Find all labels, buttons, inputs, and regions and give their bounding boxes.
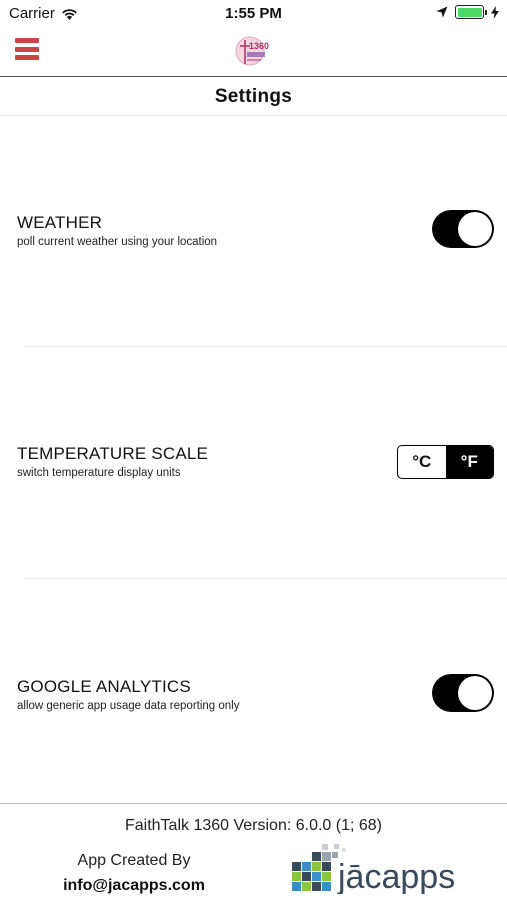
weather-title: WEATHER: [17, 213, 103, 232]
weather-subtitle: poll current weather using your location: [17, 236, 218, 248]
nav-bar: 1360: [0, 28, 507, 77]
analytics-subtitle: allow generic app usage data reporting o…: [17, 700, 240, 712]
temperature-title: TEMPERATURE SCALE: [17, 444, 209, 463]
contact-email-link[interactable]: info@jacapps.com: [40, 877, 228, 895]
version-label: FaithTalk 1360 Version: 6.0.0 (1; 68): [124, 817, 383, 834]
celsius-option[interactable]: °C: [398, 446, 446, 478]
temperature-unit-selector[interactable]: °C °F: [397, 445, 494, 479]
brand-text: jācapps: [337, 858, 455, 894]
setting-google-analytics: GOOGLE ANALYTICS allow generic app usage…: [0, 579, 507, 803]
status-bar: Carrier 1:55 PM: [0, 0, 507, 28]
toggle-knob: [458, 676, 492, 710]
weather-toggle[interactable]: [432, 210, 494, 248]
footer: FaithTalk 1360 Version: 6.0.0 (1; 68) Ap…: [0, 803, 507, 900]
status-right: [436, 5, 499, 19]
clock: 1:55 PM: [225, 5, 282, 22]
toggle-knob: [458, 212, 492, 246]
fahrenheit-option[interactable]: °F: [445, 446, 493, 478]
title-bar: Settings: [0, 78, 507, 116]
setting-weather: WEATHER poll current weather using your …: [0, 116, 507, 347]
analytics-title: GOOGLE ANALYTICS: [17, 677, 191, 696]
battery-icon: [455, 5, 487, 19]
created-by-label: App Created By: [77, 852, 191, 869]
battery-level: [457, 7, 482, 17]
temperature-subtitle: switch temperature display units: [17, 467, 181, 479]
location-arrow-icon: [436, 6, 448, 18]
jacapps-logo[interactable]: jācapps: [290, 842, 470, 894]
logo-text: 1360: [249, 41, 269, 51]
setting-temperature-scale: TEMPERATURE SCALE switch temperature dis…: [0, 347, 507, 579]
analytics-toggle[interactable]: [432, 674, 494, 712]
charging-bolt-icon: [491, 5, 499, 19]
hamburger-menu-icon[interactable]: [15, 38, 39, 60]
page-title: Settings: [214, 86, 293, 107]
station-logo: 1360: [235, 36, 269, 66]
